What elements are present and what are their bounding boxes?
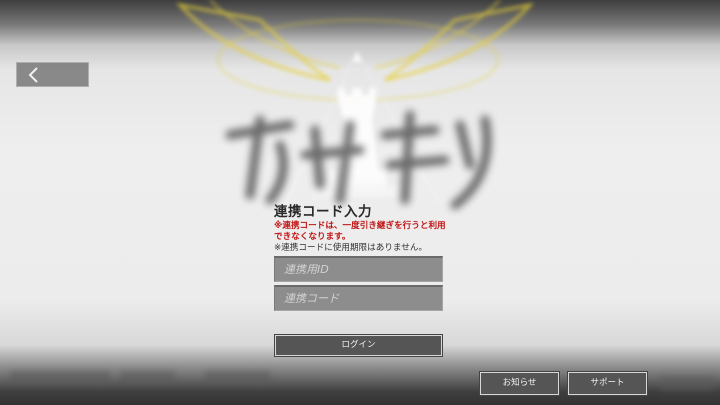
login-button[interactable]: ログイン [275, 335, 442, 356]
login-screen: 連携コード入力 ※連携コードは、一度引き継ぎを行うと利用できなくなります。 ※連… [0, 0, 720, 405]
footer-blur-item [660, 377, 715, 391]
support-button[interactable]: サポート [568, 372, 647, 395]
panel-title: 連携コード入力 [274, 204, 372, 220]
background-logo [225, 110, 492, 210]
warning-notice: ※連携コードは、一度引き継ぎを行うと利用できなくなります。 [274, 221, 446, 242]
footer-blur-item [205, 371, 270, 385]
back-button[interactable] [16, 62, 89, 87]
link-id-input[interactable] [274, 256, 443, 282]
footer-blur-item [10, 371, 110, 385]
expiry-notice: ※連携コードに使用期限はありません。 [274, 243, 428, 253]
chevron-left-icon [28, 67, 38, 83]
login-panel: 連携コード入力 ※連携コードは、一度引き継ぎを行うと利用できなくなります。 ※連… [272, 200, 452, 254]
link-code-input[interactable] [274, 285, 443, 311]
news-button[interactable]: お知らせ [480, 372, 559, 395]
footer-blur-item [120, 371, 175, 385]
